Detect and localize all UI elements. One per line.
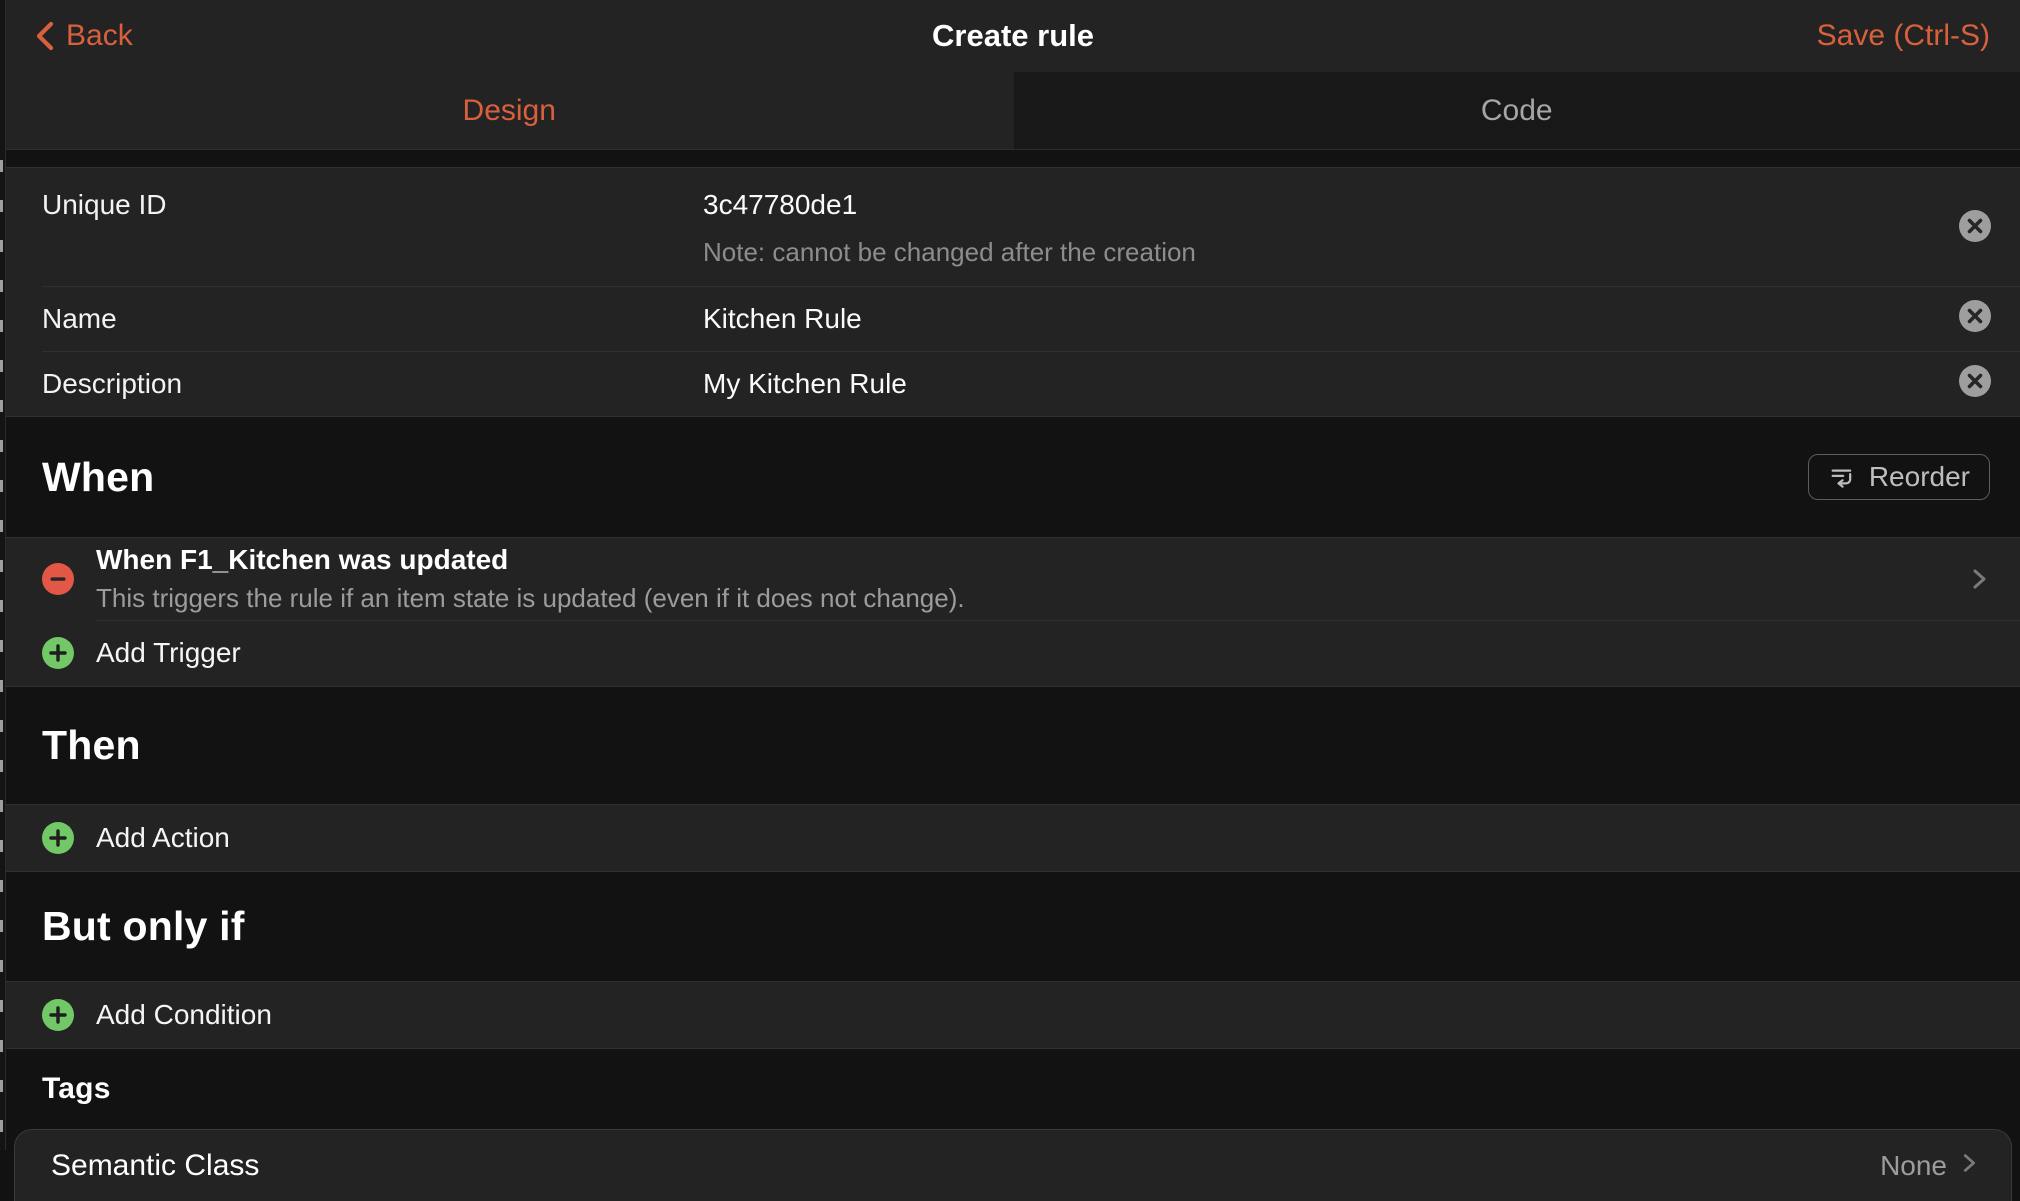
create-rule-page: Back Create rule Save (Ctrl-S) Design Co… <box>6 0 2020 1150</box>
clear-name-button[interactable] <box>1958 299 1992 338</box>
add-icon <box>42 637 74 669</box>
tags-title: Tags <box>42 1072 111 1106</box>
then-section-header: Then <box>6 687 2020 804</box>
add-action-button[interactable]: Add Action <box>6 805 2020 871</box>
add-icon <box>42 999 74 1031</box>
remove-trigger-icon[interactable] <box>42 563 74 595</box>
save-button[interactable]: Save (Ctrl-S) <box>1817 19 1990 53</box>
reorder-icon <box>1828 463 1856 491</box>
description-row[interactable]: Description My Kitchen Rule <box>6 351 2020 416</box>
add-condition-label: Add Condition <box>96 999 272 1031</box>
clear-description-button[interactable] <box>1958 364 1992 403</box>
clear-icon <box>1958 364 1992 403</box>
add-trigger-label: Add Trigger <box>96 637 241 669</box>
clear-unique-id-button[interactable] <box>1958 209 1992 248</box>
add-icon <box>42 822 74 854</box>
reorder-label: Reorder <box>1869 461 1970 493</box>
semantic-class-label: Semantic Class <box>51 1149 259 1183</box>
add-trigger-button[interactable]: Add Trigger <box>6 620 2020 686</box>
rule-form-list: Unique ID 3c47780de1 Note: cannot be cha… <box>6 167 2020 417</box>
conditions-list: Add Condition <box>6 981 2020 1049</box>
unique-id-value[interactable]: 3c47780de1 <box>703 189 1936 221</box>
name-label: Name <box>42 303 703 335</box>
when-title: When <box>42 454 154 501</box>
tabbar: Design Code <box>6 72 2020 150</box>
trigger-subtitle: This triggers the rule if an item state … <box>96 583 1950 614</box>
reorder-button[interactable]: Reorder <box>1808 454 1990 500</box>
but-only-if-title: But only if <box>42 903 245 950</box>
unique-id-note: Note: cannot be changed after the creati… <box>703 237 1936 268</box>
chevron-right-icon <box>1957 1149 1981 1182</box>
chevron-right-icon <box>1966 564 1992 594</box>
clear-icon <box>1958 209 1992 248</box>
tab-design[interactable]: Design <box>6 72 1013 149</box>
description-label: Description <box>42 368 703 400</box>
semantic-class-value: None <box>1880 1150 1947 1182</box>
tab-code[interactable]: Code <box>1013 72 2020 149</box>
left-edge-sliver <box>0 0 6 1150</box>
navbar: Back Create rule Save (Ctrl-S) <box>6 0 2020 72</box>
then-title: Then <box>42 722 141 769</box>
actions-list: Add Action <box>6 804 2020 872</box>
trigger-item[interactable]: When F1_Kitchen was updated This trigger… <box>6 538 2020 620</box>
but-only-if-section-header: But only if <box>6 872 2020 981</box>
description-value[interactable]: My Kitchen Rule <box>703 368 1936 400</box>
name-row[interactable]: Name Kitchen Rule <box>6 286 2020 351</box>
page-title: Create rule <box>6 18 2020 54</box>
when-section-header: When Reorder <box>6 417 2020 537</box>
name-value[interactable]: Kitchen Rule <box>703 303 1936 335</box>
clear-icon <box>1958 299 1992 338</box>
semantic-class-row[interactable]: Semantic Class None <box>14 1129 2012 1201</box>
tags-section-header: Tags <box>6 1049 2020 1129</box>
trigger-title: When F1_Kitchen was updated <box>96 544 1950 576</box>
unique-id-row[interactable]: Unique ID 3c47780de1 Note: cannot be cha… <box>6 168 2020 286</box>
add-condition-button[interactable]: Add Condition <box>6 982 2020 1048</box>
triggers-list: When F1_Kitchen was updated This trigger… <box>6 537 2020 687</box>
unique-id-label: Unique ID <box>42 189 703 221</box>
add-action-label: Add Action <box>96 822 230 854</box>
